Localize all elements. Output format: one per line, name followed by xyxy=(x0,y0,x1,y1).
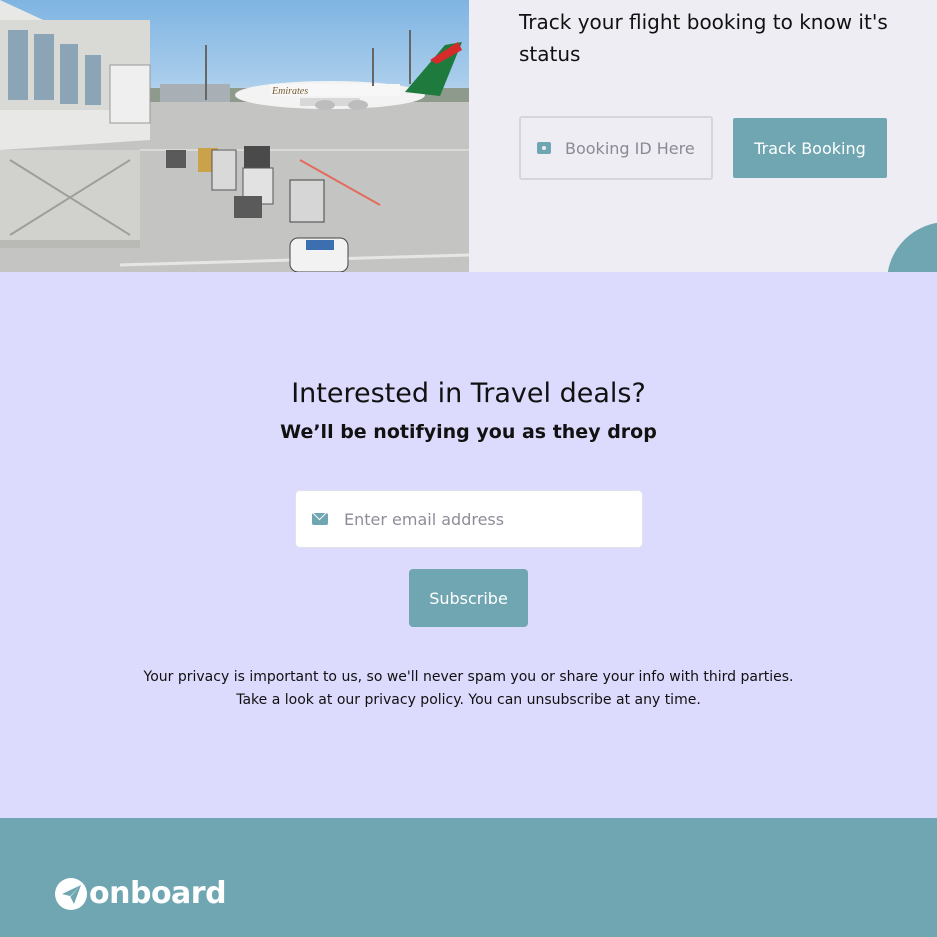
privacy-line: Your privacy is important to us, so we'l… xyxy=(143,669,794,685)
privacy-notice: Your privacy is important to us, so we'l… xyxy=(0,666,937,712)
email-field[interactable] xyxy=(295,490,643,548)
ticket-icon xyxy=(537,142,551,154)
mail-icon xyxy=(312,513,328,525)
airport-photo: Emirates xyxy=(0,0,469,272)
brand-logo[interactable]: onboard xyxy=(55,876,227,911)
booking-id-input[interactable] xyxy=(565,138,695,158)
brand-name: onboard xyxy=(89,876,227,911)
email-input[interactable] xyxy=(344,509,624,529)
newsletter-subtitle: We’ll be notifying you as they drop xyxy=(280,421,657,443)
track-booking-section: Emirates Track your flight booking to kn… xyxy=(0,0,937,272)
paper-plane-icon xyxy=(55,878,87,910)
booking-id-field[interactable] xyxy=(519,116,713,180)
track-section-title: Track your flight booking to know it's s… xyxy=(519,10,888,66)
decorative-circle xyxy=(887,222,937,272)
airport-illustration: Emirates xyxy=(0,0,469,272)
privacy-line: Take a look at our privacy policy. You c… xyxy=(236,692,701,708)
newsletter-section: Interested in Travel deals? We’ll be not… xyxy=(0,272,937,818)
footer: onboard xyxy=(0,818,937,937)
subscribe-button[interactable]: Subscribe xyxy=(409,569,528,627)
newsletter-title: Interested in Travel deals? xyxy=(291,378,646,409)
track-booking-button[interactable]: Track Booking xyxy=(733,118,887,178)
airline-livery-text: Emirates xyxy=(271,86,308,97)
